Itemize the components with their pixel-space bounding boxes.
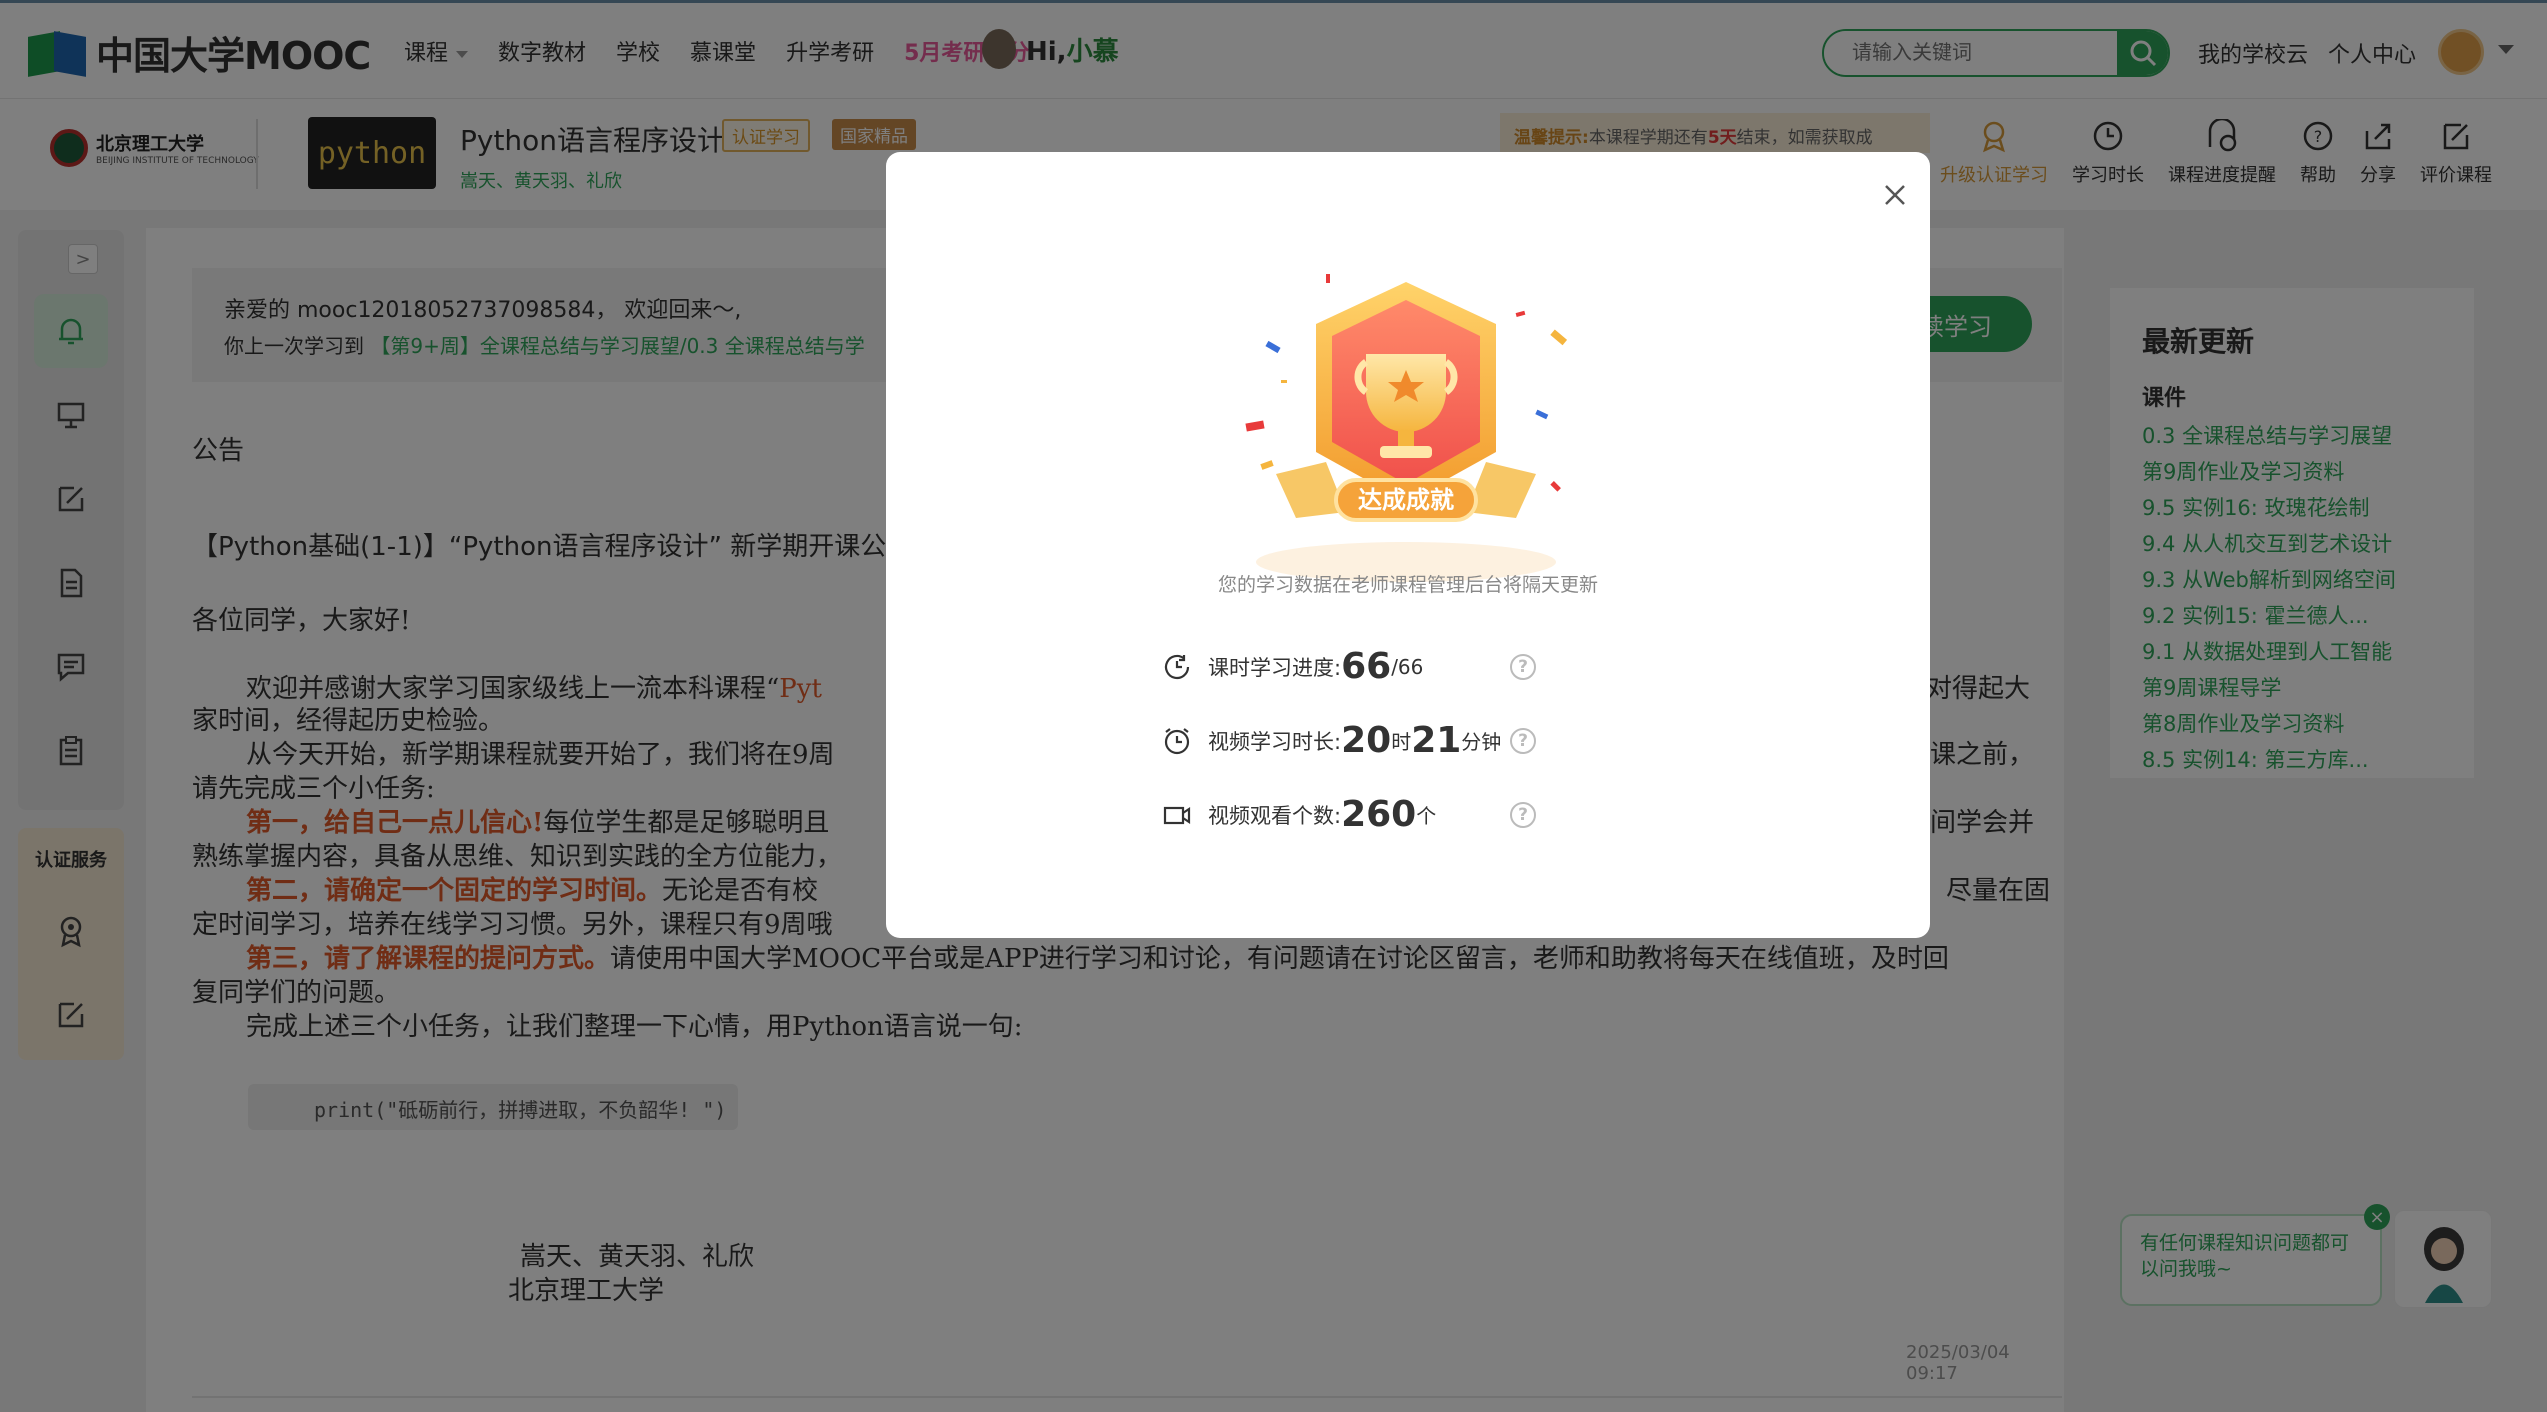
close-icon[interactable] [1878,178,1912,212]
badge-text: 达成成就 [1358,486,1454,514]
video-camera-icon [1163,806,1191,824]
alarm-clock-icon [1164,727,1190,754]
refresh-clock-icon [1164,654,1190,679]
video-count-value: 260 [1341,794,1417,835]
stat-video-duration: 视频学习时长: 20 时 21 分钟 ? [1162,720,1662,761]
help-icon[interactable]: ? [1510,727,1536,754]
data-update-tip: 您的学习数据在老师课程管理后台将隔天更新 [1217,574,1598,596]
achievement-modal: 达成成就 您的学习数据在老师课程管理后台将隔天更新 课时学习进度: 66 /66… [886,152,1930,938]
video-minutes-value: 21 [1411,720,1462,761]
stat-video-count: 视频观看个数: 260 个 ? [1162,794,1662,835]
video-hours-value: 20 [1341,720,1392,761]
trophy-badge-icon: 达成成就 [1245,274,1568,582]
help-icon[interactable]: ? [1510,653,1536,680]
lesson-progress-value: 66 [1341,646,1392,687]
stat-lesson-progress: 课时学习进度: 66 /66 ? [1162,646,1662,687]
help-icon[interactable]: ? [1510,801,1536,828]
